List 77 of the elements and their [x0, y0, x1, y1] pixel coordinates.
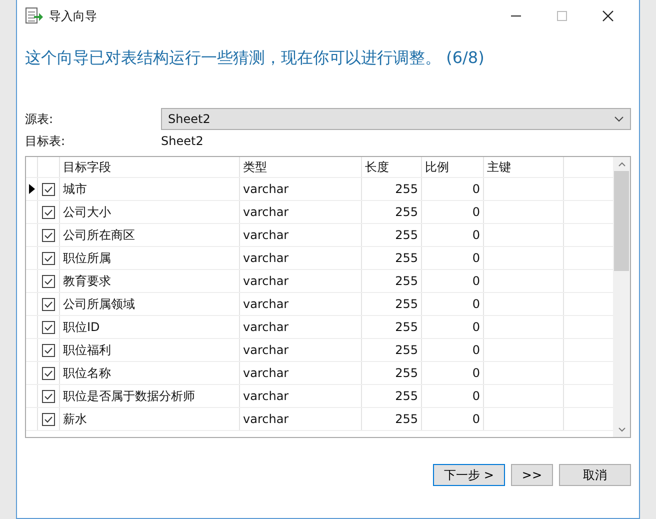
table-cell: varchar	[240, 385, 362, 407]
column-header[interactable]: 类型	[240, 157, 362, 177]
wizard-heading: 这个向导已对表结构运行一些猜测，现在你可以进行调整。 (6/8)	[25, 48, 486, 69]
table-cell: varchar	[240, 362, 362, 384]
column-header[interactable]: 长度	[362, 157, 422, 177]
table-cell: varchar	[240, 201, 362, 223]
current-row-icon	[29, 184, 35, 194]
scroll-down-icon[interactable]	[618, 427, 626, 432]
column-header[interactable]: 比例	[422, 157, 484, 177]
table-cell: 255	[362, 201, 422, 223]
table-cell: 职位是否属于数据分析师	[60, 385, 240, 407]
table-cell: 职位所属	[60, 247, 240, 269]
window-title: 导入向导	[49, 8, 97, 24]
checkbox[interactable]	[42, 206, 55, 218]
checkbox[interactable]	[42, 390, 55, 402]
table-cell: 0	[422, 316, 484, 338]
row-selector-cell[interactable]	[26, 178, 38, 200]
table-cell: 255	[362, 316, 422, 338]
table-cell: 职位ID	[60, 316, 240, 338]
source-dropdown[interactable]: Sheet2	[161, 108, 631, 130]
checkbox[interactable]	[42, 252, 55, 264]
close-icon[interactable]	[602, 10, 614, 22]
table-cell: 255	[362, 362, 422, 384]
checkbox[interactable]	[42, 274, 55, 288]
table-cell: 0	[422, 201, 484, 223]
table-cell: 0	[422, 247, 484, 269]
table-cell: 0	[422, 270, 484, 292]
scroll-up-icon[interactable]	[618, 162, 626, 167]
table-cell: 0	[422, 293, 484, 315]
table-cell: 0	[422, 339, 484, 361]
table-cell: 255	[362, 224, 422, 246]
target-label: 目标表:	[25, 132, 66, 150]
table-cell: varchar	[240, 339, 362, 361]
wizard-button[interactable]: 取消	[559, 464, 631, 486]
table-cell: varchar	[240, 293, 362, 315]
table-cell: 0	[422, 178, 484, 200]
table-cell: 0	[422, 385, 484, 407]
chevron-down-icon	[614, 116, 624, 122]
column-header[interactable]: 目标字段	[60, 157, 240, 177]
table-cell: 职位名称	[60, 362, 240, 384]
checkbox[interactable]	[42, 320, 55, 334]
checkbox[interactable]	[42, 366, 55, 380]
checkbox[interactable]	[42, 228, 55, 242]
table-cell: 255	[362, 270, 422, 292]
table-cell: 职位福利	[60, 339, 240, 361]
column-header[interactable]: 主键	[484, 157, 564, 177]
table-cell: 薪水	[60, 408, 240, 430]
table-cell: 公司所在商区	[60, 224, 240, 246]
table-cell: 教育要求	[60, 270, 240, 292]
table-cell: varchar	[240, 316, 362, 338]
table-cell: 255	[362, 247, 422, 269]
wizard-button[interactable]: >>	[510, 464, 553, 486]
table-cell: varchar	[240, 408, 362, 430]
table-cell: 公司所属领域	[60, 293, 240, 315]
table-cell: varchar	[240, 247, 362, 269]
table-cell: varchar	[240, 270, 362, 292]
source-label: 源表:	[25, 110, 54, 128]
scrollbar-thumb[interactable]	[614, 171, 629, 271]
checkbox[interactable]	[42, 298, 55, 310]
checkbox[interactable]	[42, 412, 55, 426]
table-cell: varchar	[240, 224, 362, 246]
table-cell: 0	[422, 362, 484, 384]
checkbox[interactable]	[42, 182, 55, 196]
table-cell: 255	[362, 408, 422, 430]
table-cell: 0	[422, 408, 484, 430]
table-cell: 255	[362, 385, 422, 407]
wizard-button[interactable]: 下一步 >	[433, 464, 505, 486]
table-cell: 255	[362, 178, 422, 200]
target-value: Sheet2	[161, 134, 204, 148]
table-import-icon	[25, 7, 43, 25]
table-cell: varchar	[240, 178, 362, 200]
table-cell: 公司大小	[60, 201, 240, 223]
table-cell: 0	[422, 224, 484, 246]
table-cell: 255	[362, 339, 422, 361]
table-cell: 城市	[60, 178, 240, 200]
checkbox[interactable]	[42, 344, 55, 356]
table-cell: 255	[362, 293, 422, 315]
